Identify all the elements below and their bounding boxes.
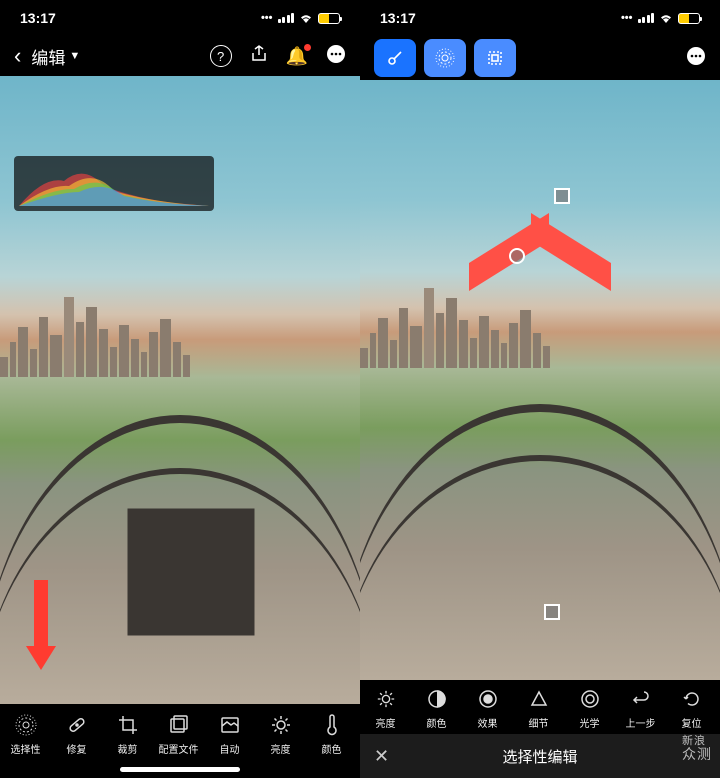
notifications-button[interactable]: 🔔 [286, 46, 308, 67]
bottom-toolbar: 选择性 修复 裁剪 配置文件 自动 [0, 704, 360, 760]
selective-mode-pills [374, 39, 516, 77]
wifi-icon [299, 11, 313, 26]
radial-filter-icon [15, 714, 37, 736]
temperature-icon [321, 714, 343, 736]
more-button[interactable] [686, 46, 706, 71]
battery-icon [318, 13, 340, 24]
selection-handle-top[interactable] [554, 188, 570, 204]
more-button[interactable] [326, 44, 346, 69]
color-icon [426, 688, 448, 710]
back-button[interactable]: ‹ [14, 43, 21, 69]
selection-handle-center[interactable] [509, 248, 525, 264]
crop-icon [117, 714, 139, 736]
tool-reset[interactable]: 复位 [666, 688, 717, 730]
tool-detail[interactable]: 细节 [513, 688, 564, 730]
status-bar: 13:17 ••• [360, 0, 720, 36]
panel-header: ✕ 选择性编辑 [360, 734, 720, 778]
selection-handle-bottom[interactable] [544, 604, 560, 620]
watermark: 新浪 众测 [682, 735, 712, 762]
home-indicator[interactable] [0, 760, 360, 778]
linear-tool-button[interactable] [474, 39, 516, 77]
tool-color[interactable]: 颜色 [306, 714, 357, 756]
tool-light[interactable]: 亮度 [255, 714, 306, 756]
tool-undo[interactable]: 上一步 [615, 688, 666, 730]
profile-icon [168, 714, 190, 736]
top-bar [360, 36, 720, 80]
brightness-icon [270, 714, 292, 736]
wifi-icon [659, 11, 673, 26]
brightness-icon [375, 688, 397, 710]
share-button[interactable] [250, 45, 268, 68]
tool-heal[interactable]: 修复 [51, 714, 102, 756]
signal-icon [638, 13, 655, 23]
photo-canvas[interactable] [0, 76, 360, 704]
radial-tool-button[interactable] [424, 39, 466, 77]
optics-icon [579, 688, 601, 710]
reset-icon [681, 688, 703, 710]
tool-crop[interactable]: 裁剪 [102, 714, 153, 756]
auto-icon [219, 714, 241, 736]
tool-color[interactable]: 颜色 [411, 688, 462, 730]
bottom-toolbar: 亮度 颜色 效果 细节 [360, 680, 720, 734]
page-title[interactable]: 编辑 [31, 44, 65, 69]
status-time: 13:17 [380, 10, 416, 26]
help-button[interactable]: ? [210, 45, 232, 67]
histogram-overlay[interactable] [14, 156, 214, 211]
photo-skyline [0, 307, 360, 377]
status-time: 13:17 [20, 10, 56, 26]
battery-icon [678, 13, 700, 24]
annotation-red-chevron-up [475, 208, 605, 288]
status-icons: ••• [261, 11, 340, 26]
brush-tool-button[interactable] [374, 39, 416, 77]
photo-skyline [360, 298, 720, 368]
status-bar: 13:17 ••• [0, 0, 360, 36]
right-phone-screenshot: 13:17 ••• [360, 0, 720, 778]
photo-canvas[interactable] [360, 80, 720, 680]
title-dropdown-caret[interactable]: ▼ [69, 50, 80, 62]
status-icons: ••• [621, 11, 700, 26]
tool-auto[interactable]: 自动 [204, 714, 255, 756]
tool-selective[interactable]: 选择性 [0, 714, 51, 756]
tool-profile[interactable]: 配置文件 [153, 714, 204, 756]
tool-light[interactable]: 亮度 [360, 688, 411, 730]
bandage-icon [66, 714, 88, 736]
signal-icon [278, 13, 295, 23]
top-bar: ‹ 编辑 ▼ ? 🔔 [0, 36, 360, 76]
undo-icon [630, 688, 652, 710]
left-phone-screenshot: 13:17 ••• ‹ 编辑 ▼ ? 🔔 [0, 0, 360, 778]
tool-optics[interactable]: 光学 [564, 688, 615, 730]
detail-icon [528, 688, 550, 710]
close-panel-button[interactable]: ✕ [374, 746, 389, 767]
effect-icon [477, 688, 499, 710]
tool-effect[interactable]: 效果 [462, 688, 513, 730]
panel-title: 选择性编辑 [502, 746, 577, 767]
